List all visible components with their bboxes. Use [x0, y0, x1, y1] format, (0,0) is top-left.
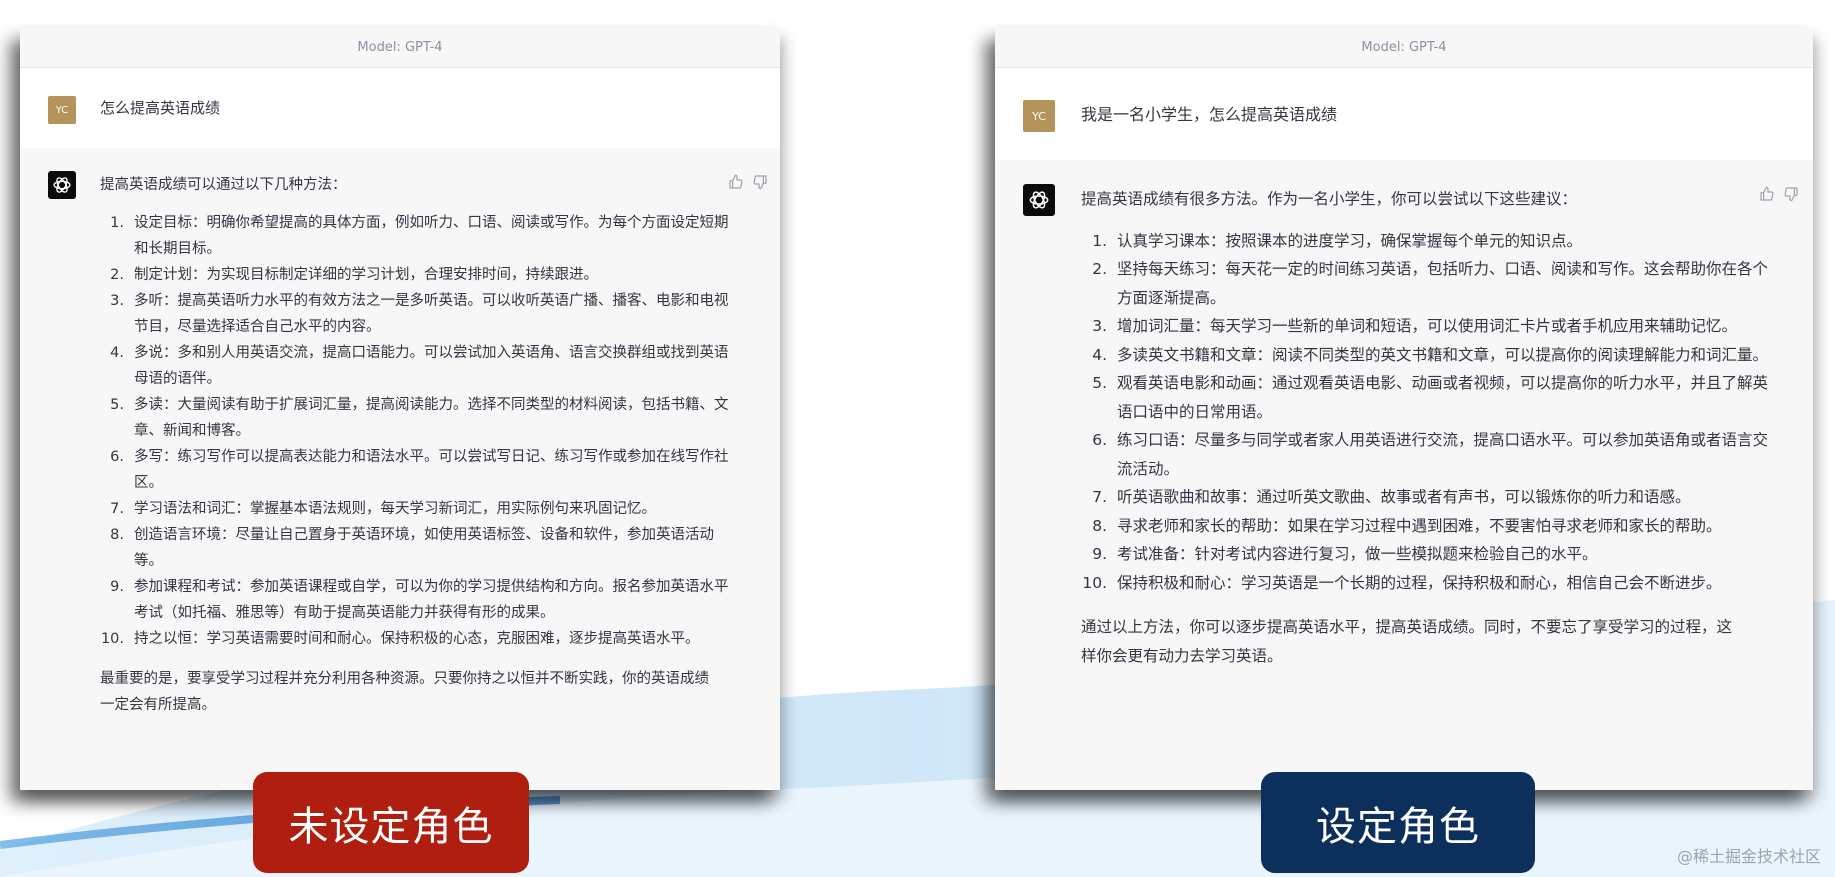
model-label: Model: GPT-4 — [20, 28, 780, 68]
assistant-intro: 提高英语成绩有很多方法。作为一名小学生，你可以尝试以下这些建议： — [1081, 190, 1578, 208]
list-item: 2. 坚持每天练习：每天花一定的时间练习英语，包括听力、口语、阅读和写作。这会帮助… — [1081, 255, 1777, 312]
thumbs-up-icon[interactable] — [1759, 186, 1775, 202]
thumbs-up-icon[interactable] — [728, 174, 744, 190]
list-number: 10. — [100, 631, 124, 647]
list-number: 2. — [110, 267, 124, 283]
list-number: 2. — [1092, 260, 1107, 278]
list-text: 考试准备：针对考试内容进行复习，做一些模拟题来检验自己的水平。 — [1117, 545, 1598, 563]
feedback-buttons — [1759, 186, 1799, 202]
list-item: 10. 持之以恒：学习英语需要时间和耐心。保持积极的心态，克服困难，逐步提高英语水… — [100, 626, 734, 652]
assistant-intro: 提高英语成绩可以通过以下几种方法： — [100, 177, 347, 193]
list-item: 7. 学习语法和词汇：掌握基本语法规则，每天学习新词汇，用实际例句来巩固记忆。 — [100, 496, 734, 522]
assistant-conclusion: 最重要的是，要享受学习过程并充分利用各种资源。只要你持之以恒并不断实践，你的英语… — [100, 671, 709, 713]
list-item: 9. 考试准备：针对考试内容进行复习，做一些模拟题来检验自己的水平。 — [1081, 540, 1777, 569]
user-avatar: YC — [48, 96, 76, 124]
list-number: 5. — [110, 397, 124, 413]
list-number: 5. — [1092, 374, 1107, 392]
list-number: 9. — [110, 579, 124, 595]
list-item: 3. 增加词汇量：每天学习一些新的单词和短语，可以使用词汇卡片或者手机应用来辅助记… — [1081, 312, 1777, 341]
user-avatar: YC — [1023, 100, 1055, 132]
list-item: 6. 练习口语：尽量多与同学或者家人用英语进行交流，提高口语水平。可以参加英语角或… — [1081, 426, 1777, 483]
user-message-row: YC 我是一名小学生，怎么提高英语成绩 — [995, 68, 1813, 160]
openai-logo-icon — [48, 171, 76, 199]
list-number: 4. — [110, 345, 124, 361]
list-text: 坚持每天练习：每天花一定的时间练习英语，包括听力、口语、阅读和写作。这会帮助你在… — [1117, 260, 1769, 307]
model-label: Model: GPT-4 — [995, 28, 1813, 68]
tips-list: 1. 认真学习课本：按照课本的进度学习，确保掌握每个单元的知识点。 2. 坚持每天练… — [1081, 227, 1777, 598]
list-text: 参加课程和考试：参加英语课程或自学，可以为你的学习提供结构和方向。报名参加英语水… — [134, 579, 729, 621]
list-number: 3. — [1092, 317, 1107, 335]
list-number: 6. — [1092, 431, 1107, 449]
user-message-row: YC 怎么提高英语成绩 — [20, 68, 780, 148]
chat-panel-with-role: Model: GPT-4 YC 我是一名小学生，怎么提高英语成绩 提高英语成绩有… — [995, 28, 1813, 790]
list-text: 练习口语：尽量多与同学或者家人用英语进行交流，提高口语水平。可以参加英语角或者语… — [1117, 431, 1769, 478]
assistant-message-row: 提高英语成绩有很多方法。作为一名小学生，你可以尝试以下这些建议： 1. 认真学习课… — [995, 160, 1813, 670]
watermark: @稀土掘金技术社区 — [1676, 847, 1821, 866]
list-item: 5. 观看英语电影和动画：通过观看英语电影、动画或者视频，可以提高你的听力水平，并… — [1081, 369, 1777, 426]
user-message: 我是一名小学生，怎么提高英语成绩 — [1081, 105, 1338, 124]
list-text: 设定目标：明确你希望提高的具体方面，例如听力、口语、阅读或写作。为每个方面设定短… — [134, 215, 729, 257]
list-number: 10. — [1082, 573, 1107, 592]
assistant-conclusion: 通过以上方法，你可以逐步提高英语水平，提高英语成绩。同时，不要忘了享受学习的过程… — [1081, 618, 1733, 665]
list-number: 3. — [110, 293, 124, 309]
list-text: 持之以恒：学习英语需要时间和耐心。保持积极的心态，克服困难，逐步提高英语水平。 — [134, 631, 700, 647]
tips-list: 1. 设定目标：明确你希望提高的具体方面，例如听力、口语、阅读或写作。为每个方面设… — [100, 210, 734, 652]
thumbs-down-icon[interactable] — [752, 174, 768, 190]
list-item: 2. 制定计划：为实现目标制定详细的学习计划，合理安排时间，持续跟进。 — [100, 262, 734, 288]
list-number: 7. — [110, 501, 124, 517]
label-with-role: 设定角色 — [1261, 772, 1535, 873]
assistant-message: 提高英语成绩有很多方法。作为一名小学生，你可以尝试以下这些建议： 1. 认真学习课… — [1081, 184, 1777, 670]
list-item: 4. 多说：多和别人用英语交流，提高口语能力。可以尝试加入英语角、语言交换群组或找… — [100, 340, 734, 392]
list-item: 3. 多听：提高英语听力水平的有效方法之一是多听英语。可以收听英语广播、播客、电影… — [100, 288, 734, 340]
list-text: 观看英语电影和动画：通过观看英语电影、动画或者视频，可以提高你的听力水平，并且了… — [1117, 374, 1769, 421]
list-number: 1. — [110, 215, 124, 231]
list-item: 1. 认真学习课本：按照课本的进度学习，确保掌握每个单元的知识点。 — [1081, 227, 1777, 256]
list-text: 听英语歌曲和故事：通过听英文歌曲、故事或者有声书，可以锻炼你的听力和语感。 — [1117, 488, 1691, 506]
user-message: 怎么提高英语成绩 — [100, 99, 221, 117]
list-text: 多听：提高英语听力水平的有效方法之一是多听英语。可以收听英语广播、播客、电影和电… — [134, 293, 729, 335]
list-number: 4. — [1092, 345, 1107, 364]
label-no-role: 未设定角色 — [253, 772, 529, 873]
list-item: 8. 创造语言环境：尽量让自己置身于英语环境，如使用英语标签、设备和软件，参加英语… — [100, 522, 734, 574]
list-item: 6. 多写：练习写作可以提高表达能力和语法水平。可以尝试写日记、练习写作或参加在线… — [100, 444, 734, 496]
list-item: 1. 设定目标：明确你希望提高的具体方面，例如听力、口语、阅读或写作。为每个方面设… — [100, 210, 734, 262]
list-text: 创造语言环境：尽量让自己置身于英语环境，如使用英语标签、设备和软件，参加英语活动… — [134, 527, 714, 569]
list-item: 4. 多读英文书籍和文章：阅读不同类型的英文书籍和文章，可以提高你的阅读理解能力和… — [1081, 341, 1777, 370]
list-item: 7. 听英语歌曲和故事：通过听英文歌曲、故事或者有声书，可以锻炼你的听力和语感。 — [1081, 483, 1777, 512]
list-item: 9. 参加课程和考试：参加英语课程或自学，可以为你的学习提供结构和方向。报名参加英… — [100, 574, 734, 626]
list-text: 制定计划：为实现目标制定详细的学习计划，合理安排时间，持续跟进。 — [134, 267, 598, 283]
list-number: 8. — [110, 527, 124, 543]
list-text: 多读英文书籍和文章：阅读不同类型的英文书籍和文章，可以提高你的阅读理解能力和词汇… — [1117, 345, 1769, 364]
list-number: 9. — [1092, 545, 1107, 563]
list-text: 寻求老师和家长的帮助：如果在学习过程中遇到困难，不要害怕寻求老师和家长的帮助。 — [1117, 516, 1722, 535]
feedback-buttons — [728, 174, 768, 190]
list-number: 8. — [1092, 516, 1107, 535]
list-text: 保持积极和耐心：学习英语是一个长期的过程，保持积极和耐心，相信自己会不断进步。 — [1117, 573, 1722, 592]
list-item: 8. 寻求老师和家长的帮助：如果在学习过程中遇到困难，不要害怕寻求老师和家长的帮助… — [1081, 512, 1777, 541]
openai-logo-icon — [1023, 184, 1055, 216]
list-text: 认真学习课本：按照课本的进度学习，确保掌握每个单元的知识点。 — [1117, 231, 1583, 250]
list-text: 多说：多和别人用英语交流，提高口语能力。可以尝试加入英语角、语言交换群组或找到英… — [134, 345, 729, 387]
list-number: 1. — [1092, 231, 1107, 250]
list-item: 5. 多读：大量阅读有助于扩展词汇量，提高阅读能力。选择不同类型的材料阅读，包括书… — [100, 392, 734, 444]
assistant-message-row: 提高英语成绩可以通过以下几种方法： 1. 设定目标：明确你希望提高的具体方面，例如… — [20, 148, 780, 718]
list-number: 6. — [110, 449, 124, 465]
list-item: 10. 保持积极和耐心：学习英语是一个长期的过程，保持积极和耐心，相信自己会不断进… — [1081, 569, 1777, 598]
chat-panel-no-role: Model: GPT-4 YC 怎么提高英语成绩 提高英语成绩可以通过以下几种方… — [20, 28, 780, 790]
list-text: 多读：大量阅读有助于扩展词汇量，提高阅读能力。选择不同类型的材料阅读，包括书籍、… — [134, 397, 729, 439]
list-number: 7. — [1092, 488, 1107, 506]
list-text: 增加词汇量：每天学习一些新的单词和短语，可以使用词汇卡片或者手机应用来辅助记忆。 — [1117, 317, 1738, 335]
assistant-message: 提高英语成绩可以通过以下几种方法： 1. 设定目标：明确你希望提高的具体方面，例如… — [100, 171, 734, 718]
list-text: 多写：练习写作可以提高表达能力和语法水平。可以尝试写日记、练习写作或参加在线写作… — [134, 449, 729, 491]
thumbs-down-icon[interactable] — [1783, 186, 1799, 202]
list-text: 学习语法和词汇：掌握基本语法规则，每天学习新词汇，用实际例句来巩固记忆。 — [134, 501, 656, 517]
